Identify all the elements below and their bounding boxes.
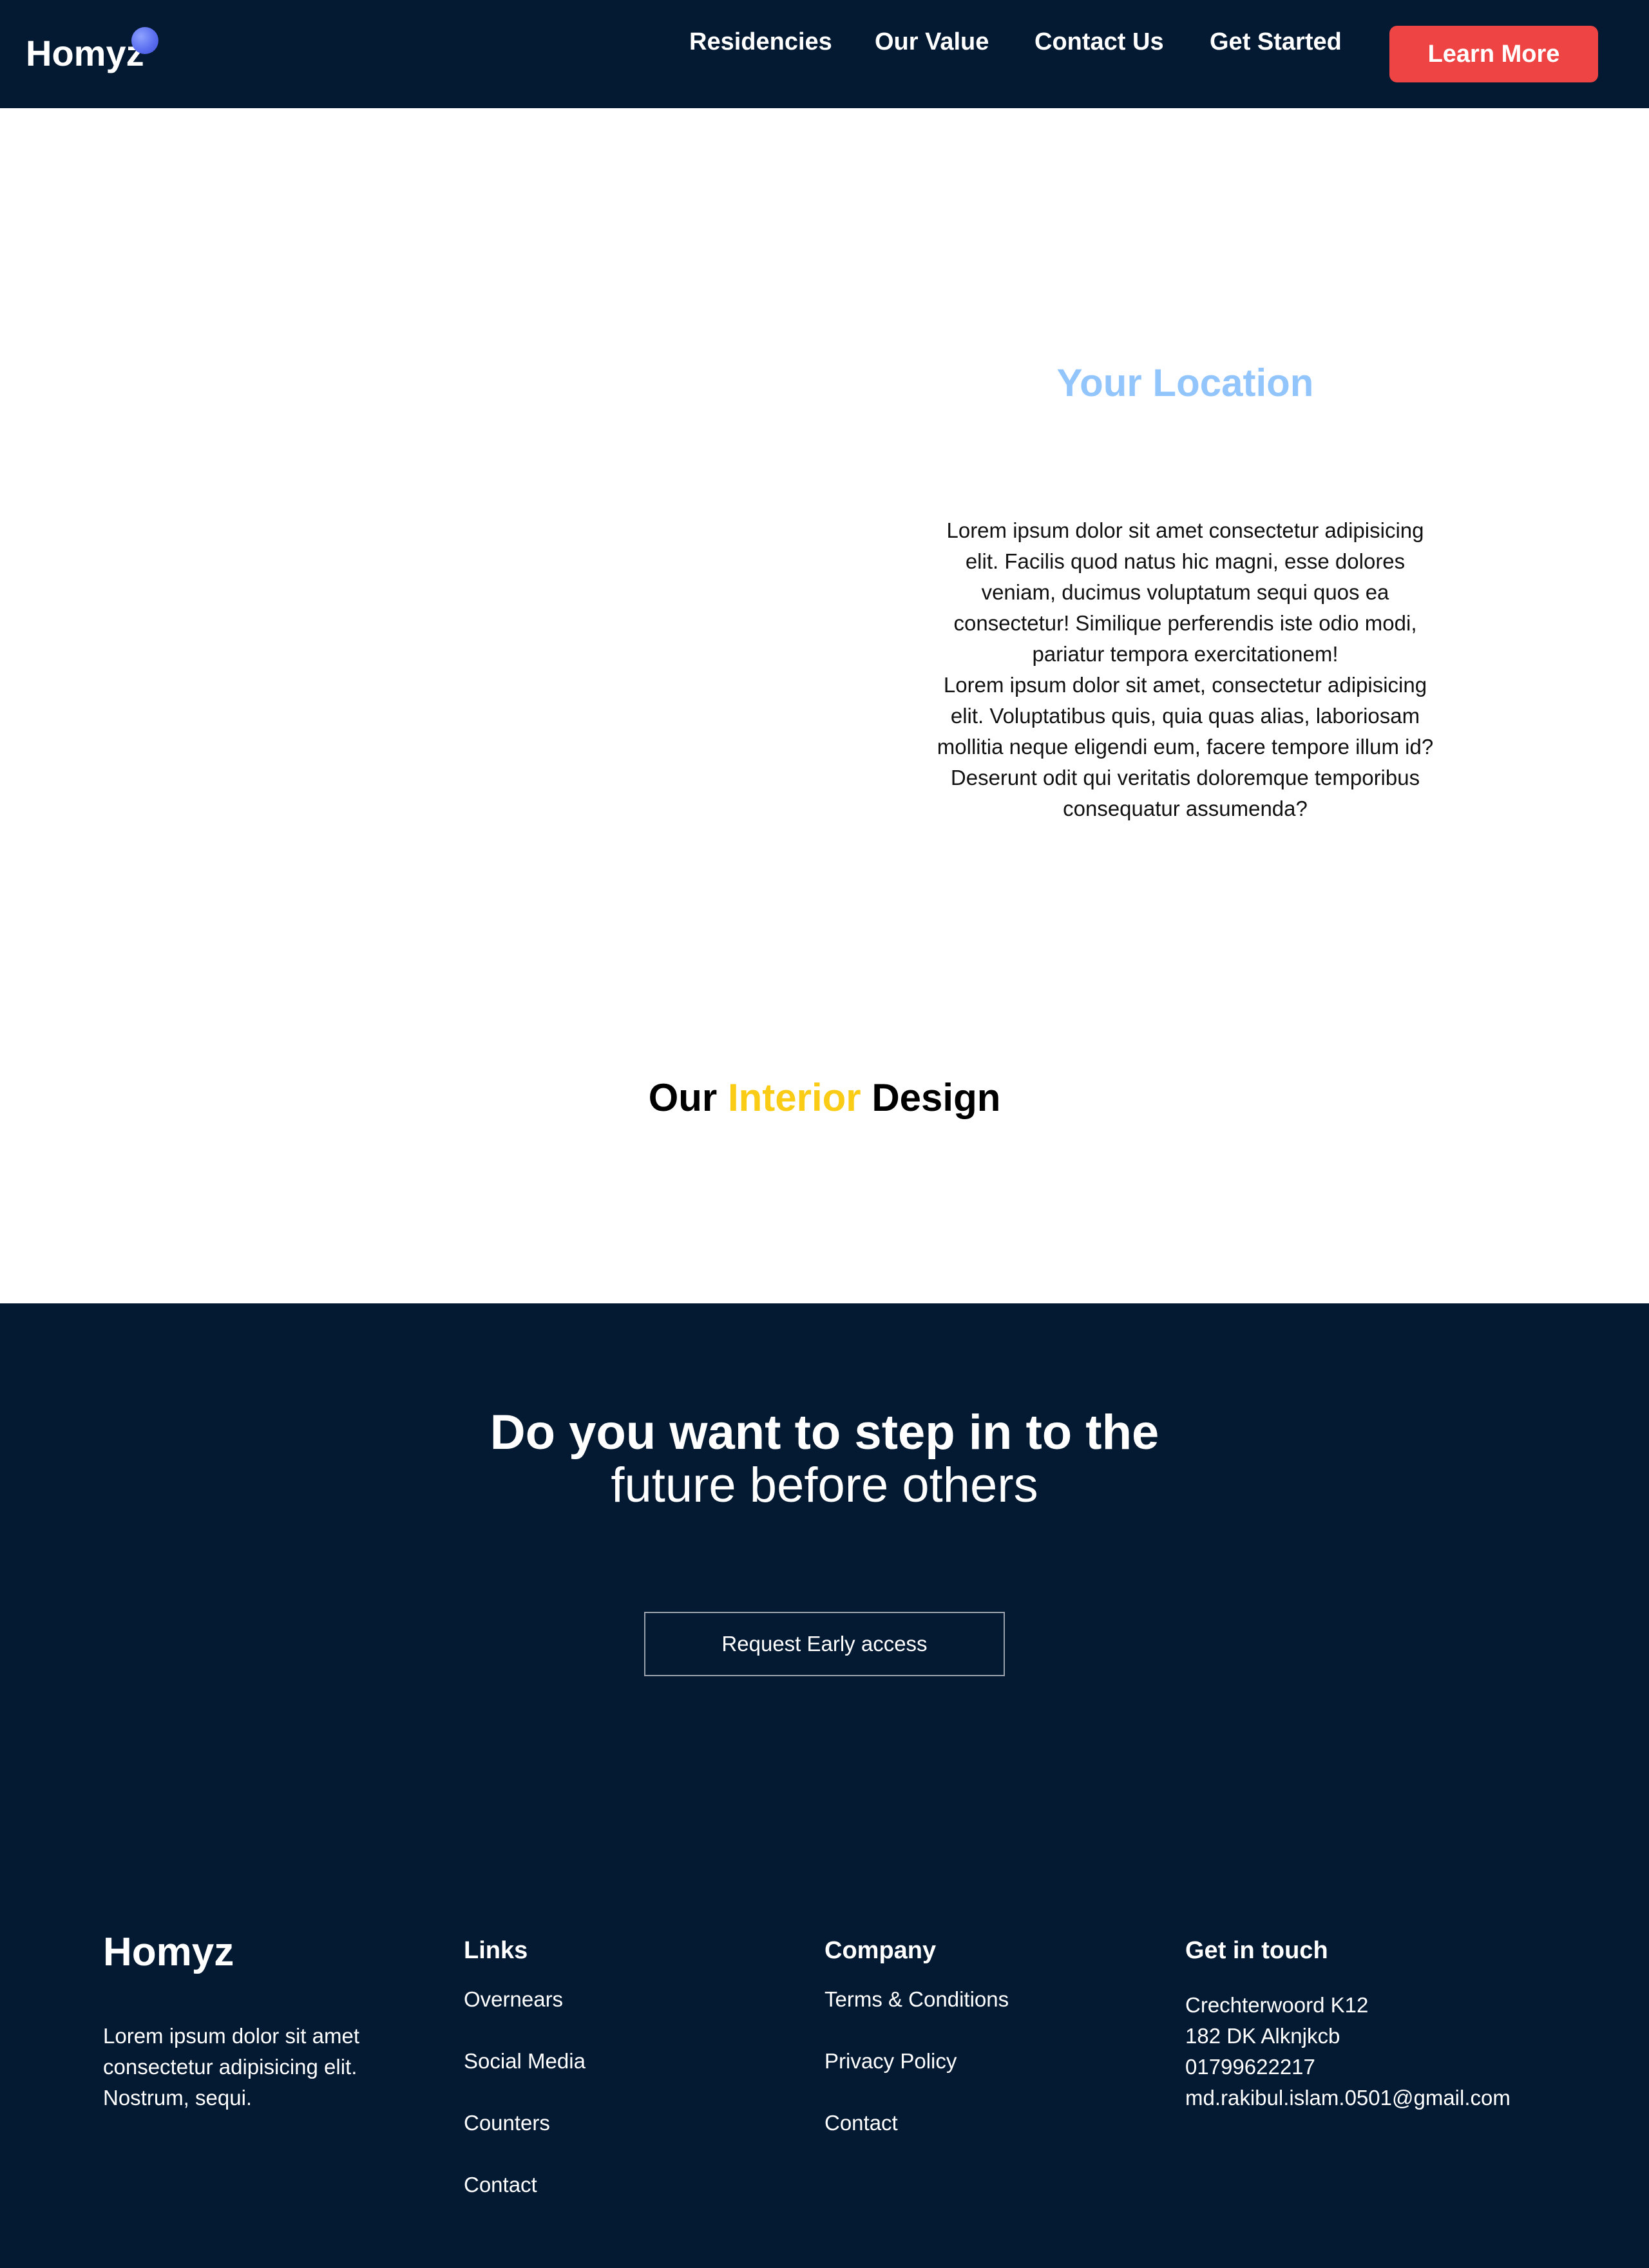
location-line: elit. Voluptatibus quis, quia quas alias… [950, 704, 1420, 728]
location-line: Deserunt odit qui veritatis doloremque t… [950, 766, 1420, 789]
footer-contact-details: Crechterwoord K12 182 DK Alknjkcb 017996… [1185, 1990, 1511, 2113]
location-line: mollitia neque eligendi eum, facere temp… [937, 735, 1434, 759]
request-early-access-button[interactable]: Request Early access [644, 1612, 1005, 1676]
contact-address-line-1: Crechterwoord K12 [1185, 1993, 1369, 2017]
logo-text[interactable]: Homyz [26, 32, 144, 74]
learn-more-button[interactable]: Learn More [1389, 26, 1598, 82]
nav-contact-us[interactable]: Contact Us [1034, 28, 1164, 56]
nav-get-started[interactable]: Get Started [1210, 28, 1342, 56]
cta-heading-line-2: future before others [611, 1458, 1038, 1513]
footer-link-terms[interactable]: Terms & Conditions [824, 1987, 1009, 2012]
nav-our-value[interactable]: Our Value [875, 28, 989, 56]
footer-link-contact[interactable]: Contact [464, 2173, 537, 2197]
logo-dot-icon [131, 27, 158, 54]
footer-link-social-media[interactable]: Social Media [464, 2049, 586, 2074]
footer-links-heading: Links [464, 1937, 528, 1964]
nav-residencies[interactable]: Residencies [689, 28, 832, 56]
contact-email[interactable]: md.rakibul.islam.0501@gmail.com [1185, 2083, 1511, 2113]
interior-design-heading: Our Interior Design [0, 1075, 1649, 1120]
contact-address-line-2: 182 DK Alknjkcb [1185, 2024, 1340, 2048]
footer-brand: Homyz [103, 1930, 234, 1974]
location-description: Lorem ipsum dolor sit amet consectetur a… [915, 515, 1456, 824]
location-title: Your Location [1056, 361, 1314, 404]
location-line: Lorem ipsum dolor sit amet consectetur a… [946, 518, 1424, 542]
site-header: Homyz Residencies Our Value Contact Us G… [0, 0, 1649, 108]
location-line: consequatur assumenda? [1063, 797, 1308, 820]
footer-link-counters[interactable]: Counters [464, 2111, 550, 2135]
location-line: pariatur tempora exercitationem! [1032, 642, 1339, 666]
footer-link-overnears[interactable]: Overnears [464, 1987, 563, 2012]
interior-accent: Interior [727, 1076, 861, 1119]
location-line: veniam, ducimus voluptatum sequi quos ea [981, 580, 1389, 604]
footer-link-company-contact[interactable]: Contact [824, 2111, 898, 2135]
interior-suffix: Design [861, 1076, 1001, 1119]
cta-heading-line-1: Do you want to step in to the [490, 1405, 1159, 1460]
interior-prefix: Our [648, 1076, 728, 1119]
location-line: Lorem ipsum dolor sit amet, consectetur … [943, 673, 1427, 697]
location-line: consectetur! Similique perferendis iste … [953, 611, 1417, 635]
footer-description: Lorem ipsum dolor sit amet consectetur a… [103, 2024, 359, 2110]
location-line: elit. Facilis quod natus hic magni, esse… [965, 549, 1406, 573]
footer-link-privacy[interactable]: Privacy Policy [824, 2049, 957, 2074]
footer-contact-heading: Get in touch [1185, 1937, 1328, 1964]
footer-company-heading: Company [824, 1937, 937, 1964]
contact-phone: 01799622217 [1185, 2055, 1315, 2079]
